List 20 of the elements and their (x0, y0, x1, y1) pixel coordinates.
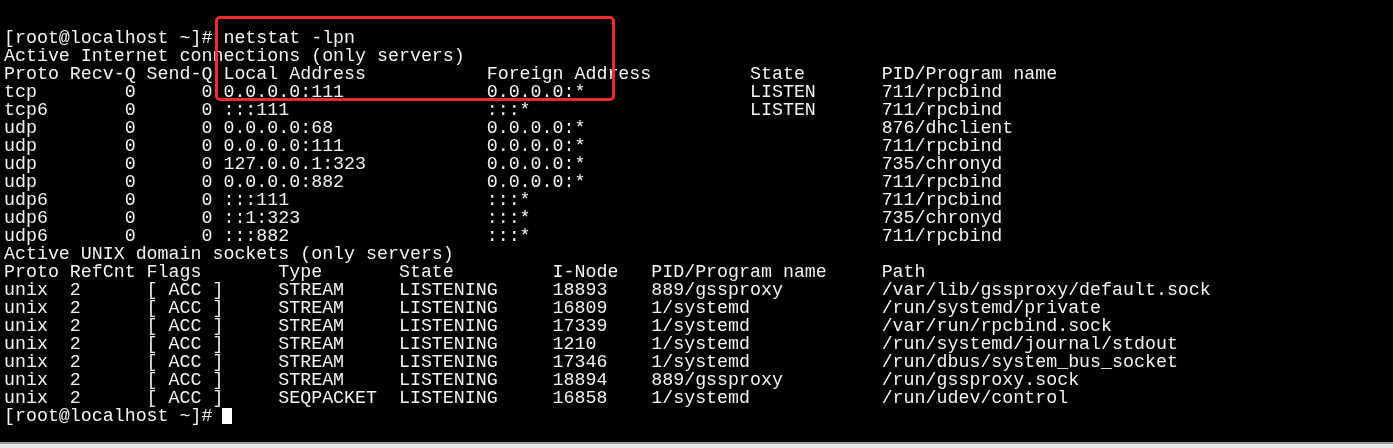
terminal-line: udp6 0 0 :::882 :::* 711/rpcbind (4, 227, 1004, 245)
terminal-line: udp 0 0 127.0.0.1:323 0.0.0.0:* 735/chronyd (4, 155, 1004, 173)
terminal-line: unix 2 [ ACC ] STREAM LISTENING 16809 1/systemd /run/systemd/private (4, 299, 1102, 317)
terminal-line: unix 2 [ ACC ] STREAM LISTENING 1210 1/systemd /run/systemd/journal/stdout (4, 335, 1179, 353)
terminal-line: tcp 0 0 0.0.0.0:111 0.0.0.0:* LISTEN 711/rpcbind (4, 83, 1004, 101)
terminal-line: udp 0 0 0.0.0.0:111 0.0.0.0:* 711/rpcbind (4, 137, 1004, 155)
terminal-line: unix 2 [ ACC ] SEQPACKET LISTENING 16858 1/systemd /run/udev/control (4, 389, 1069, 407)
terminal-line: unix 2 [ ACC ] STREAM LISTENING 17346 1/systemd /run/dbus/system_bus_socket (4, 353, 1179, 371)
terminal-line: Active UNIX domain sockets (only servers) (4, 245, 455, 263)
terminal-line: [root@localhost ~]# netstat -lpn (4, 29, 356, 47)
terminal-line: udp6 0 0 :::111 :::* 711/rpcbind (4, 191, 1004, 209)
terminal-line: udp 0 0 0.0.0.0:882 0.0.0.0:* 711/rpcbind (4, 173, 1004, 191)
shell-prompt: [root@localhost ~]# (4, 407, 213, 425)
terminal-line: tcp6 0 0 :::111 :::* LISTEN 711/rpcbind (4, 101, 1003, 119)
terminal-line: unix 2 [ ACC ] STREAM LISTENING 18894 889/gssproxy /run/gssproxy.sock (4, 371, 1080, 389)
terminal-line: unix 2 [ ACC ] STREAM LISTENING 18893 889/gssproxy /var/lib/gssproxy/default.sock (4, 281, 1212, 299)
terminal-line: udp6 0 0 ::1:323 :::* 735/chronyd (4, 209, 1004, 227)
terminal-line: unix 2 [ ACC ] STREAM LISTENING 17339 1/systemd /var/run/rpcbind.sock (4, 317, 1113, 335)
terminal-line: udp 0 0 0.0.0.0:68 0.0.0.0:* 876/dhclient (4, 119, 1015, 137)
terminal-line: Proto RefCnt Flags Type State I-Node PID/Program name Path (4, 263, 927, 281)
